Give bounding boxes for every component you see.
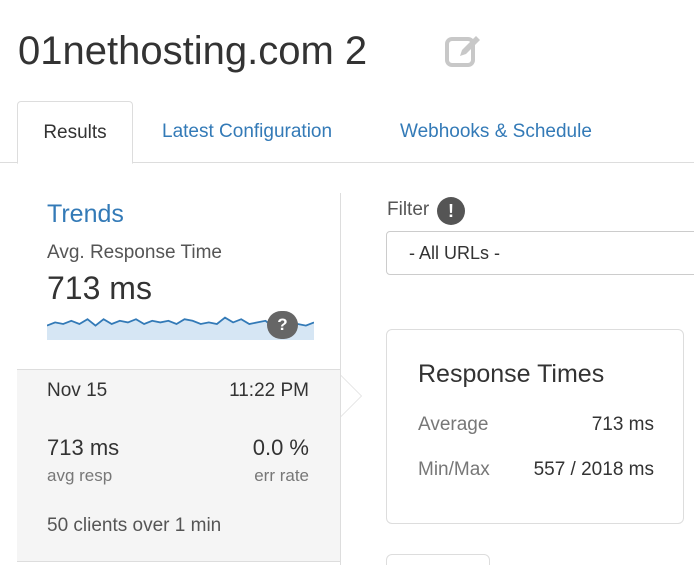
detail-err-rate-value: 0.0 % (252, 435, 309, 460)
tab-results[interactable]: Results (17, 101, 133, 164)
next-card (386, 554, 490, 565)
filter-label: Filter (387, 199, 430, 220)
tab-webhooks-schedule[interactable]: Webhooks & Schedule (400, 101, 592, 163)
url-filter-select[interactable]: - All URLs - (386, 231, 694, 275)
detail-pointer-arrow-inner (341, 376, 361, 416)
response-times-minmax-label: Min/Max (418, 459, 490, 480)
tab-latest-configuration[interactable]: Latest Configuration (162, 101, 332, 163)
response-times-minmax-value: 557 / 2018 ms (533, 459, 654, 480)
page-title: 01nethosting.com 2 (18, 29, 368, 73)
page: 01nethosting.com 2 Results Latest Config… (0, 0, 694, 565)
avg-response-time-label: Avg. Response Time (47, 242, 222, 263)
edit-icon[interactable] (444, 32, 482, 70)
help-icon[interactable]: ? (267, 311, 298, 339)
filter-info-icon[interactable]: ! (437, 197, 465, 225)
detail-date: Nov 15 (47, 380, 108, 401)
detail-avg-resp-value: 713 ms (47, 435, 120, 460)
response-times-average-value: 713 ms (591, 414, 654, 435)
detail-err-rate-label: err rate (254, 466, 309, 485)
trends-title[interactable]: Trends (47, 198, 124, 230)
response-times-average-label: Average (418, 414, 489, 435)
detail-clients: 50 clients over 1 min (47, 515, 222, 536)
detail-avg-resp-label: avg resp (47, 466, 113, 485)
detail-time: 11:22 PM (229, 380, 309, 401)
response-times-title: Response Times (418, 360, 605, 388)
avg-response-time-value: 713 ms (47, 270, 152, 306)
